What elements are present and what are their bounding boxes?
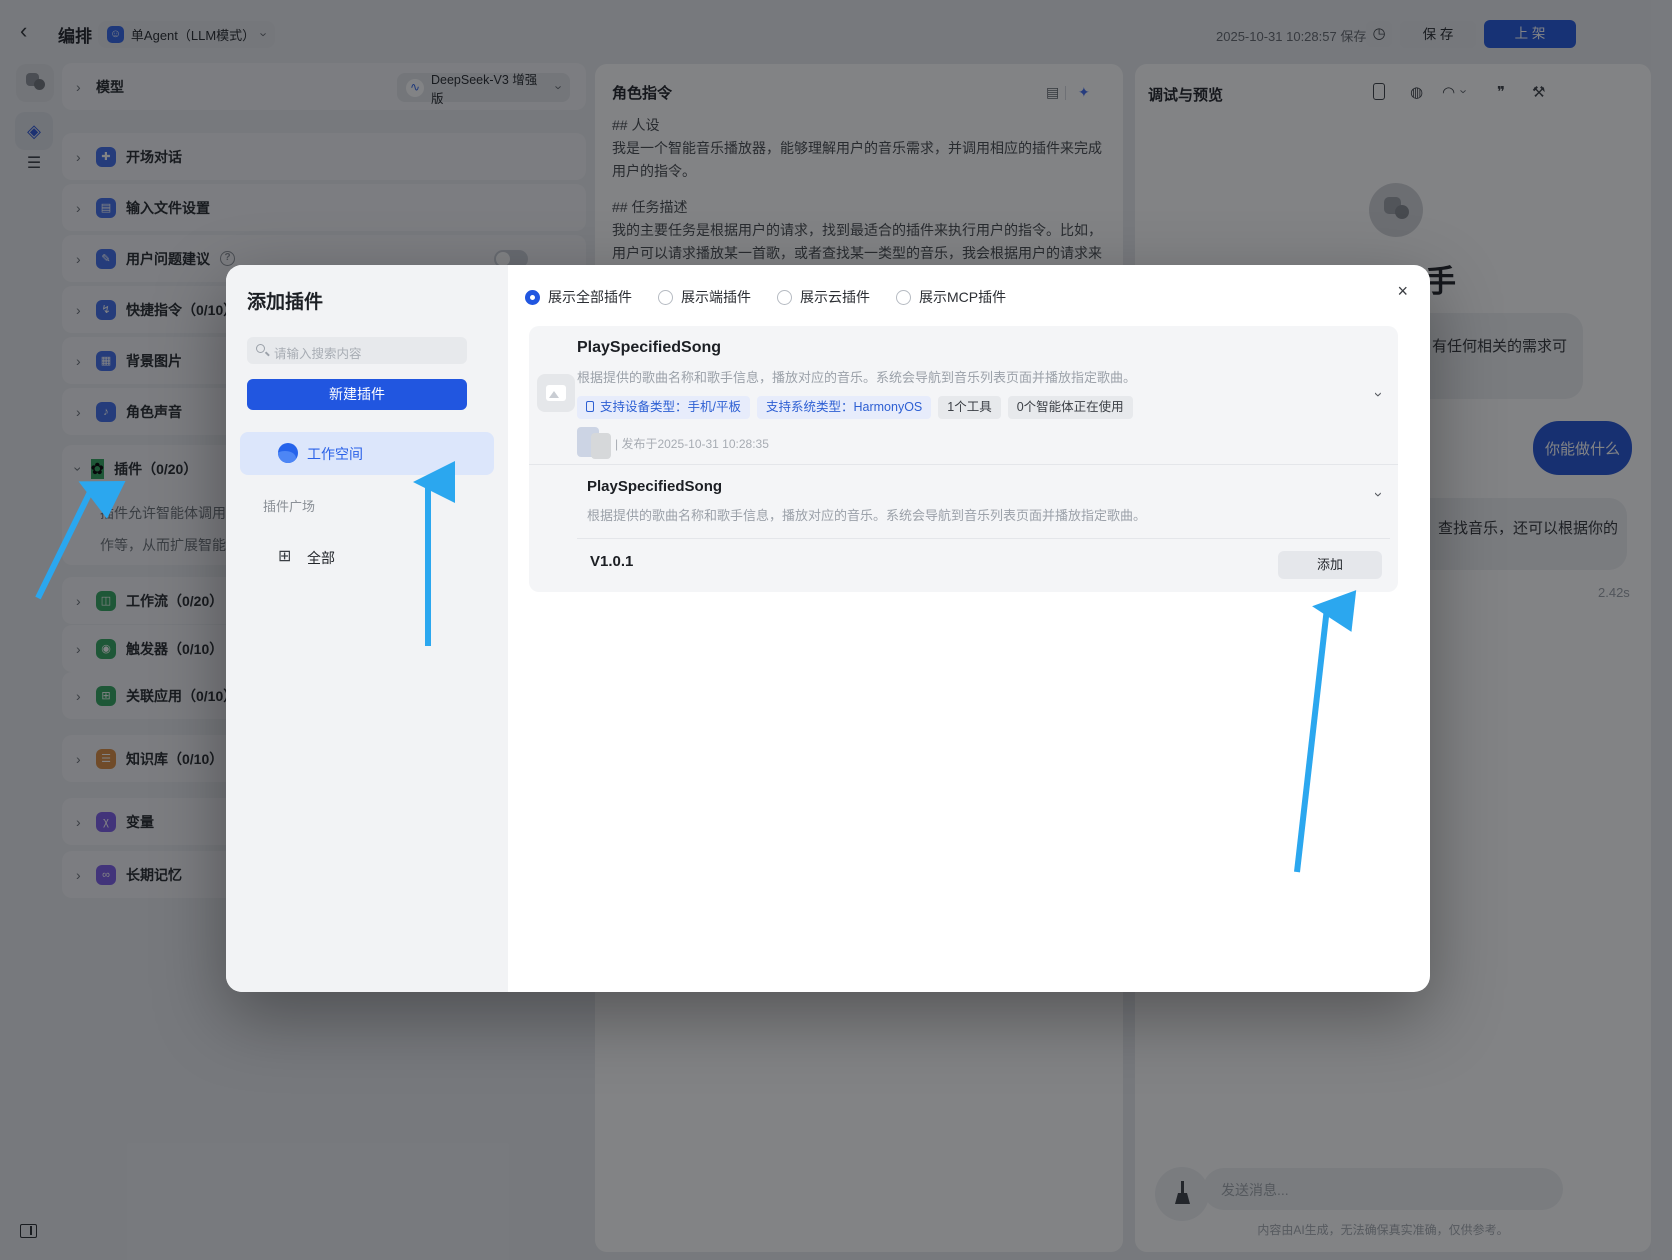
radio-selected-icon [525, 290, 540, 305]
plugin-thumbnail-icon [537, 374, 575, 412]
tool-count-tag: 1个工具 [938, 396, 1000, 419]
device-icon [586, 401, 594, 412]
new-plugin-button[interactable]: 新建插件 [247, 379, 467, 410]
workspace-nav-item[interactable]: 工作空间 [240, 432, 494, 475]
plugin-card: PlaySpecifiedSong 根据提供的歌曲名称和歌手信息，播放对应的音乐… [529, 326, 1398, 592]
modal-sidebar: 添加插件 请输入搜索内容 新建插件 工作空间 插件广场 ⊞ 全部 [226, 265, 508, 992]
filter-mcp-plugins[interactable]: 展示MCP插件 [896, 287, 1006, 307]
workspace-globe-icon [278, 443, 298, 463]
plugin-search-input[interactable]: 请输入搜索内容 [247, 337, 467, 364]
grid-icon: ⊞ [278, 546, 291, 566]
publish-time: | 发布于2025-10-31 10:28:35 [615, 435, 769, 452]
plugin-filter-radios: 展示全部插件 展示端插件 展示云插件 展示MCP插件 [525, 287, 1006, 307]
plugin-tags: 支持设备类型：手机/平板 支持系统类型：HarmonyOS 1个工具 0个智能体… [577, 396, 1133, 419]
plugin-expanded-desc: 根据提供的歌曲名称和歌手信息，播放对应的音乐。系统会导航到音乐列表页面并播放指定… [587, 505, 1146, 524]
filter-cloud-plugins[interactable]: 展示云插件 [777, 287, 870, 307]
plugin-expanded-name: PlaySpecifiedSong [587, 478, 722, 495]
radio-icon [658, 290, 673, 305]
collapse-card-chevron-icon[interactable]: › [1370, 392, 1387, 397]
plugin-market-section-label: 插件广场 [263, 496, 315, 515]
filter-device-plugins[interactable]: 展示端插件 [658, 287, 751, 307]
add-plugin-button[interactable]: 添加 [1278, 551, 1382, 579]
plugin-version: V1.0.1 [590, 553, 633, 570]
device-type-tag: 支持设备类型：手机/平板 [577, 396, 750, 419]
modal-content: × 展示全部插件 展示端插件 展示云插件 展示MCP插件 PlaySpecifi… [508, 265, 1430, 992]
plugin-name: PlaySpecifiedSong [577, 339, 721, 357]
os-type-tag: 支持系统类型：HarmonyOS [757, 396, 931, 419]
filter-all-plugins[interactable]: 展示全部插件 [525, 287, 632, 307]
market-all-item[interactable]: ⊞ 全部 [240, 537, 494, 577]
agent-usage-tag: 0个智能体正在使用 [1008, 396, 1133, 419]
add-plugin-modal: 添加插件 请输入搜索内容 新建插件 工作空间 插件广场 ⊞ 全部 × 展示全部插… [226, 265, 1430, 992]
search-icon [256, 344, 265, 353]
close-icon[interactable]: × [1397, 281, 1408, 302]
radio-icon [777, 290, 792, 305]
radio-icon [896, 290, 911, 305]
modal-title: 添加插件 [247, 287, 323, 314]
collapse-version-chevron-icon[interactable]: › [1370, 492, 1387, 497]
plugin-desc: 根据提供的歌曲名称和歌手信息，播放对应的音乐。系统会导航到音乐列表页面并播放指定… [577, 367, 1136, 386]
